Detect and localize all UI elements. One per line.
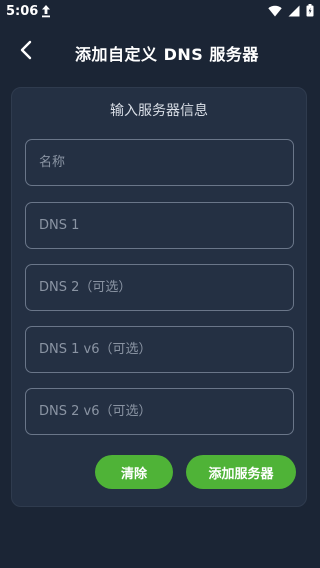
wifi-icon <box>268 5 282 20</box>
dns1-v6-input[interactable] <box>25 326 294 373</box>
clear-button[interactable]: 清除 <box>95 455 173 489</box>
dns2-v6-input[interactable] <box>25 388 294 435</box>
dns2-input[interactable] <box>25 264 294 311</box>
page-title: 添加自定义 DNS 服务器 <box>75 45 259 64</box>
upload-icon <box>41 4 51 18</box>
chevron-left-icon <box>19 40 33 64</box>
status-bar: 5:06 <box>0 0 320 24</box>
server-info-card: 输入服务器信息 清除 添加服务器 <box>11 87 307 507</box>
add-server-button[interactable]: 添加服务器 <box>186 455 296 489</box>
status-time: 5:06 <box>6 4 39 19</box>
cell-signal-icon <box>288 5 300 20</box>
status-icons <box>268 4 314 20</box>
card-title: 输入服务器信息 <box>110 103 208 119</box>
dns1-input[interactable] <box>25 202 294 249</box>
name-input[interactable] <box>25 139 294 186</box>
battery-icon <box>306 4 314 20</box>
back-button[interactable] <box>12 38 40 66</box>
app-bar: 添加自定义 DNS 服务器 <box>0 24 320 80</box>
